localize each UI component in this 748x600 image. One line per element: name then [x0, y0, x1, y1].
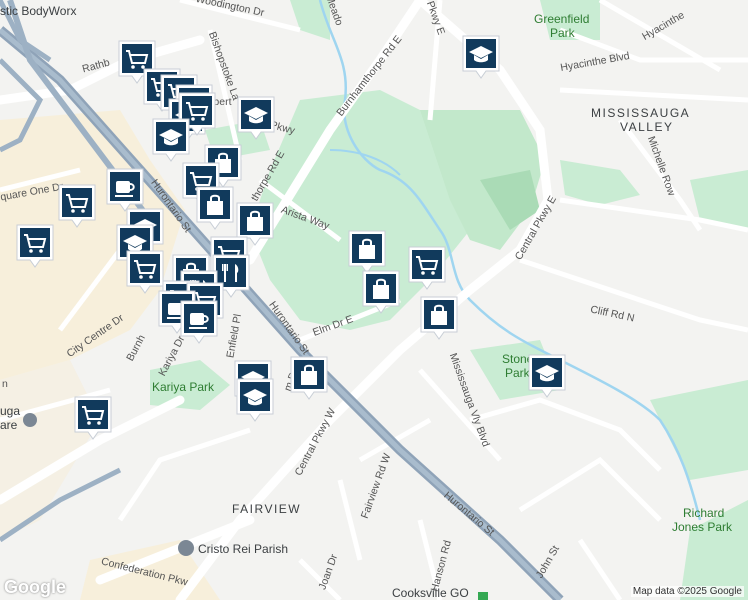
- map-marker-shopping[interactable]: [420, 296, 458, 340]
- map-marker-school[interactable]: [236, 378, 274, 422]
- shopping-bag-icon: [196, 186, 234, 230]
- map-marker-shopping[interactable]: [348, 230, 386, 274]
- map-attribution[interactable]: Map data ©2025 Google: [630, 586, 744, 597]
- map-marker-shopping[interactable]: [290, 356, 328, 400]
- road-label: n: [2, 378, 8, 390]
- area-label: FAIRVIEW: [232, 502, 302, 516]
- map-marker-grocery[interactable]: [74, 396, 112, 440]
- coffee-cup-icon: [106, 168, 144, 212]
- park-label[interactable]: Jones Park: [672, 520, 732, 534]
- map-view[interactable]: MISSISSAUGA VALLEY FAIRVIEW Greenfield P…: [0, 0, 748, 600]
- shopping-cart-icon: [74, 396, 112, 440]
- area-label: VALLEY: [620, 120, 674, 134]
- park-label[interactable]: Kariya Park: [152, 380, 214, 394]
- area-label: MISSISSAUGA: [591, 106, 691, 120]
- poi-label[interactable]: are: [0, 418, 17, 432]
- school-icon: [528, 354, 566, 398]
- school-icon: [237, 96, 275, 140]
- map-marker-school[interactable]: [528, 354, 566, 398]
- poi-label[interactable]: stic BodyWorx: [0, 4, 76, 18]
- map-marker-cafe[interactable]: [106, 168, 144, 212]
- shopping-cart-icon: [126, 250, 164, 294]
- school-icon: [236, 378, 274, 422]
- coffee-cup-icon: [180, 300, 218, 344]
- shopping-cart-icon: [16, 224, 54, 268]
- shopping-bag-icon: [362, 270, 400, 314]
- map-marker-grocery[interactable]: [408, 246, 446, 290]
- park-label[interactable]: Richard: [683, 506, 724, 520]
- google-logo: Google: [4, 577, 66, 597]
- map-marker-school[interactable]: [152, 118, 190, 162]
- map-marker-shopping[interactable]: [362, 270, 400, 314]
- park-label[interactable]: Greenfield: [534, 12, 589, 26]
- map-marker-school[interactable]: [237, 96, 275, 140]
- map-marker-grocery[interactable]: [16, 224, 54, 268]
- poi-label[interactable]: Cristo Rei Parish: [198, 542, 288, 556]
- school-icon: [152, 118, 190, 162]
- map-marker-cafe[interactable]: [180, 300, 218, 344]
- shopping-cart-icon: [408, 246, 446, 290]
- school-icon: [462, 35, 500, 79]
- shopping-bag-icon: [290, 356, 328, 400]
- park-label[interactable]: Park: [550, 26, 575, 40]
- map-marker-grocery[interactable]: [58, 184, 96, 228]
- shopping-bag-icon: [348, 230, 386, 274]
- shopping-bag-icon: [420, 296, 458, 340]
- map-marker-school[interactable]: [462, 35, 500, 79]
- shopping-cart-icon: [58, 184, 96, 228]
- park-label[interactable]: Park: [505, 366, 530, 380]
- map-marker-shopping[interactable]: [196, 186, 234, 230]
- poi-label[interactable]: uga: [0, 404, 20, 418]
- map-marker-grocery[interactable]: [126, 250, 164, 294]
